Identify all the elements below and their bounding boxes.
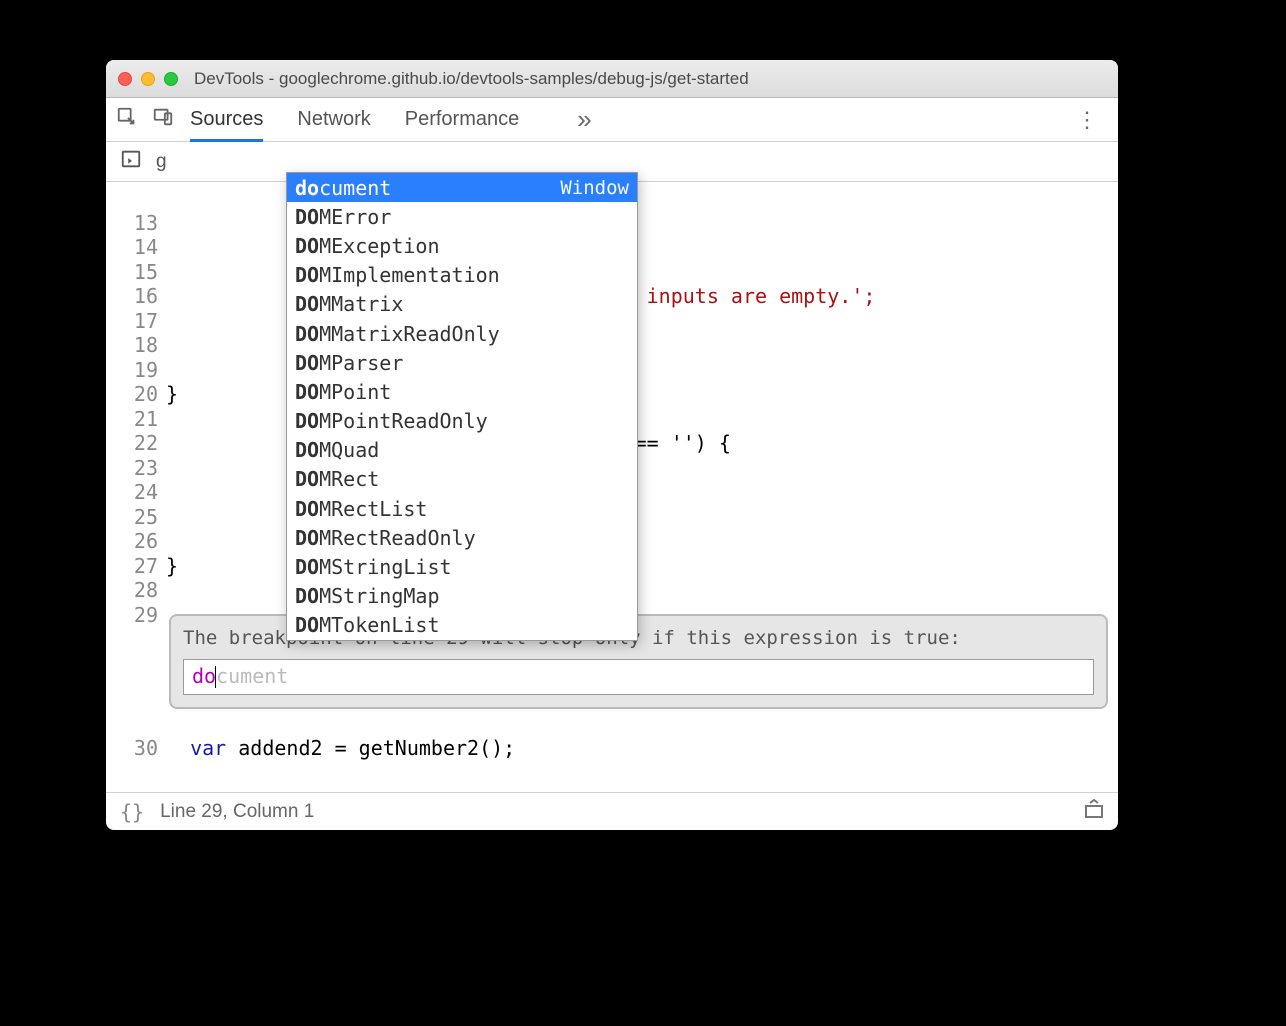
- show-console-button[interactable]: [1084, 799, 1104, 825]
- current-file-label: g: [156, 151, 167, 173]
- inspect-element-icon[interactable]: [116, 106, 138, 133]
- minimize-window-button[interactable]: [141, 72, 155, 86]
- window-titlebar: DevTools - googlechrome.github.io/devtoo…: [106, 60, 1118, 98]
- devtools-window: DevTools - googlechrome.github.io/devtoo…: [106, 60, 1118, 830]
- autocomplete-item[interactable]: DOMParser: [287, 348, 637, 377]
- pretty-print-button[interactable]: {}: [120, 800, 144, 824]
- devtools-tabbar: Sources Network Performance » ⋮: [106, 98, 1118, 142]
- line-gutter: 13 14 15 16 17 18 19 20 21 22 23 24 25 2…: [106, 182, 166, 792]
- autocomplete-item[interactable]: DOMRectList: [287, 494, 637, 523]
- cursor-position: Line 29, Column 1: [160, 801, 314, 823]
- code-line-30: 30 var addend2 = getNumber2();: [106, 736, 1118, 761]
- autocomplete-popup[interactable]: documentWindowDOMErrorDOMExceptionDOMImp…: [286, 172, 638, 641]
- traffic-lights: [118, 72, 178, 86]
- autocomplete-item[interactable]: DOMMatrix: [287, 290, 637, 319]
- close-window-button[interactable]: [118, 72, 132, 86]
- autocomplete-item[interactable]: DOMMatrixReadOnly: [287, 319, 637, 348]
- autocomplete-item[interactable]: DOMPointReadOnly: [287, 407, 637, 436]
- autocomplete-item[interactable]: DOMStringMap: [287, 582, 637, 611]
- autocomplete-item[interactable]: DOMStringList: [287, 552, 637, 581]
- tabs-overflow-button[interactable]: »: [577, 104, 591, 135]
- autocomplete-item[interactable]: documentWindow: [287, 173, 637, 202]
- autocomplete-item[interactable]: DOMError: [287, 202, 637, 231]
- autocomplete-item[interactable]: DOMException: [287, 231, 637, 260]
- show-navigator-button[interactable]: [120, 148, 142, 175]
- more-options-button[interactable]: ⋮: [1066, 107, 1108, 133]
- autocomplete-item[interactable]: DOMTokenList: [287, 611, 637, 640]
- device-toolbar-icon[interactable]: [152, 106, 174, 133]
- window-title: DevTools - googlechrome.github.io/devtoo…: [194, 69, 749, 89]
- tab-network[interactable]: Network: [297, 98, 370, 141]
- editor-statusbar: {} Line 29, Column 1: [106, 792, 1118, 830]
- zoom-window-button[interactable]: [164, 72, 178, 86]
- autocomplete-item[interactable]: DOMRectReadOnly: [287, 523, 637, 552]
- tab-sources[interactable]: Sources: [190, 98, 263, 141]
- autocomplete-item[interactable]: DOMImplementation: [287, 261, 637, 290]
- autocomplete-item[interactable]: DOMQuad: [287, 436, 637, 465]
- tab-performance[interactable]: Performance: [405, 98, 520, 141]
- conditional-breakpoint-input[interactable]: document: [183, 659, 1094, 695]
- autocomplete-item[interactable]: DOMPoint: [287, 377, 637, 406]
- autocomplete-item[interactable]: DOMRect: [287, 465, 637, 494]
